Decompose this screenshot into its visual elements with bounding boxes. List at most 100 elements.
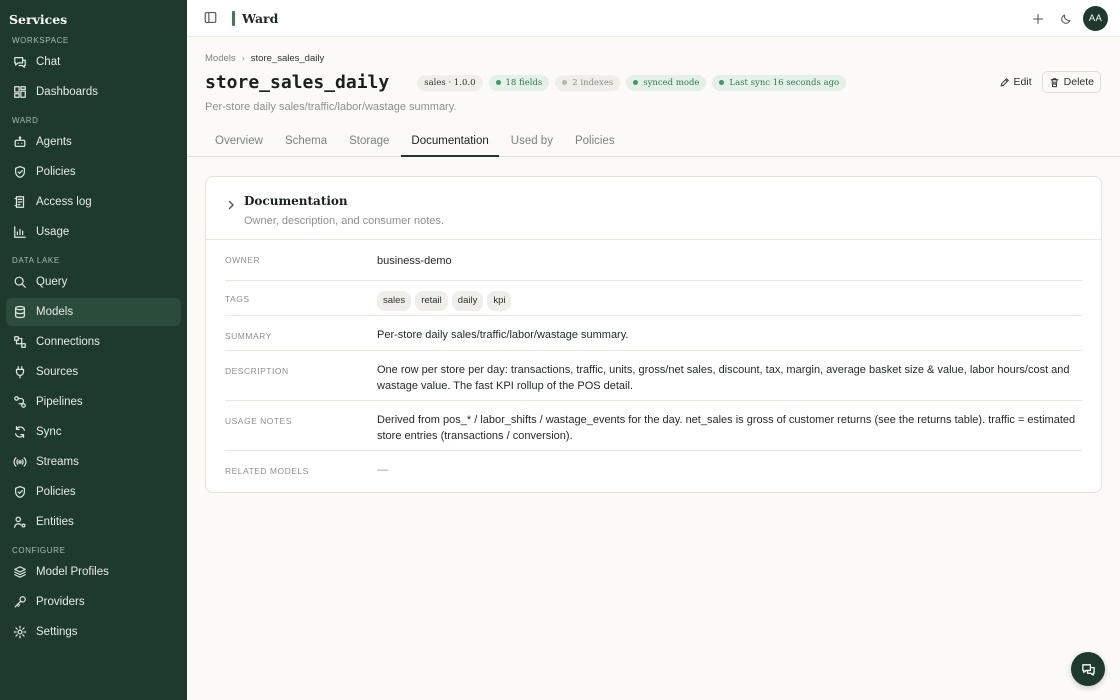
chat-fab-button[interactable] — [1071, 652, 1105, 686]
sidebar-item-label: Chat — [36, 56, 61, 68]
sidebar-item-label: Model Profiles — [36, 566, 109, 578]
tab-policies[interactable]: Policies — [565, 125, 625, 157]
sidebar-item-label: Access log — [36, 196, 92, 208]
avatar[interactable]: AA — [1083, 6, 1108, 31]
user-cog-icon — [13, 515, 27, 529]
sidebar-item-sources[interactable]: Sources — [6, 358, 181, 386]
chevron-right-icon[interactable] — [226, 197, 236, 210]
tag-chip: kpi — [487, 291, 512, 311]
sidebar-item-policies-lake[interactable]: Policies — [6, 478, 181, 506]
status-dot-icon — [495, 80, 501, 85]
section-title-configure: CONFIGURE — [12, 546, 66, 555]
sidebar-item-label: Pipelines — [36, 396, 83, 408]
plug-icon — [13, 365, 27, 379]
sidebar-item-entities[interactable]: Entities — [6, 508, 181, 536]
breadcrumb-current: store_sales_daily — [250, 53, 325, 64]
shield-icon — [13, 165, 27, 179]
app-title: Ward — [242, 10, 279, 26]
sidebar-item-label: Agents — [36, 136, 72, 148]
sidebar-item-streams[interactable]: Streams — [6, 448, 181, 476]
documentation-card-header[interactable]: Documentation Owner, description, and co… — [206, 177, 1101, 240]
tag-chip: retail — [415, 291, 448, 311]
sidebar-item-agents[interactable]: Agents — [6, 128, 181, 156]
edit-button[interactable]: Edit — [993, 71, 1038, 93]
section-title-workspace: WORKSPACE — [12, 36, 69, 45]
section-title-data-lake: DATA LAKE — [12, 256, 60, 265]
sidebar-item-label: Policies — [36, 166, 76, 178]
documentation-title: Documentation — [244, 194, 348, 208]
sidebar-toggle-icon[interactable] — [204, 11, 218, 25]
sidebar-item-label: Entities — [36, 516, 74, 528]
owner-value: business-demo — [377, 255, 452, 267]
layers-icon — [13, 565, 27, 579]
related-models-row: RELATED MODELS — — [225, 451, 1082, 487]
sync-icon — [13, 425, 27, 439]
tags-value: sales retail daily kpi — [377, 291, 1082, 315]
shield-icon — [13, 485, 27, 499]
sidebar-item-models[interactable]: Models — [6, 298, 181, 326]
tab-documentation[interactable]: Documentation — [401, 125, 499, 157]
tags-label: TAGS — [225, 294, 250, 304]
sidebar-item-usage[interactable]: Usage — [6, 218, 181, 246]
add-icon[interactable] — [1027, 8, 1049, 30]
sidebar-item-label: Policies — [36, 486, 76, 498]
sidebar-item-access-log[interactable]: Access log — [6, 188, 181, 216]
search-icon — [13, 275, 27, 289]
edit-button-label: Edit — [1013, 76, 1032, 88]
sidebar-item-label: Providers — [36, 596, 85, 608]
dashboard-icon — [13, 85, 27, 99]
chevron-right-icon: › — [241, 53, 245, 64]
page-title: store_sales_daily — [205, 72, 390, 93]
tabs: Overview Schema Storage Documentation Us… — [205, 125, 627, 157]
delete-button[interactable]: Delete — [1041, 71, 1101, 93]
sidebar-item-model-profiles[interactable]: Model Profiles — [6, 558, 181, 586]
sidebar-item-pipelines[interactable]: Pipelines — [6, 388, 181, 416]
sidebar-item-policies[interactable]: Policies — [6, 158, 181, 186]
bar-chart-icon — [13, 225, 27, 239]
connections-icon — [13, 335, 27, 349]
chat-icon — [13, 55, 27, 69]
key-icon — [13, 595, 27, 609]
log-icon — [13, 195, 27, 209]
documentation-subtitle: Owner, description, and consumer notes. — [244, 215, 444, 227]
sidebar-brand: Services — [9, 12, 68, 27]
sidebar-item-label: Connections — [36, 336, 100, 348]
indexes-badge: 2 indexes — [555, 74, 621, 91]
tab-storage[interactable]: Storage — [339, 125, 399, 157]
summary-row: SUMMARY Per-store daily sales/traffic/la… — [225, 316, 1082, 351]
model-badges: sales · 1.0.0 18 fields 2 indexes synced… — [417, 74, 852, 91]
sidebar-item-dashboards[interactable]: Dashboards — [6, 78, 181, 106]
mode-badge: synced mode — [626, 74, 707, 91]
sidebar-item-query[interactable]: Query — [6, 268, 181, 296]
moon-icon[interactable] — [1055, 8, 1077, 30]
sidebar-item-settings[interactable]: Settings — [6, 618, 181, 646]
tab-schema[interactable]: Schema — [275, 125, 337, 157]
model-header: Models › store_sales_daily store_sales_d… — [187, 37, 1120, 157]
sidebar-item-label: Usage — [36, 226, 70, 238]
description-value: One row per store per day: transactions,… — [377, 364, 1070, 392]
mode-badge-label: synced mode — [643, 77, 700, 88]
sidebar-item-providers[interactable]: Providers — [6, 588, 181, 616]
robot-icon — [13, 135, 27, 149]
fields-badge: 18 fields — [488, 74, 550, 91]
tab-used-by[interactable]: Used by — [501, 125, 563, 157]
related-models-value: — — [377, 464, 388, 476]
section-title-ward: WARD — [12, 116, 39, 125]
sidebar-item-chat[interactable]: Chat — [6, 48, 181, 76]
sidebar: Services WORKSPACE Chat Dashboards WARD … — [0, 0, 187, 700]
documentation-card: Documentation Owner, description, and co… — [205, 176, 1102, 493]
sidebar-item-connections[interactable]: Connections — [6, 328, 181, 356]
gear-icon — [13, 625, 27, 639]
tab-overview[interactable]: Overview — [205, 125, 273, 157]
description-row: DESCRIPTION One row per store per day: t… — [225, 351, 1082, 401]
trash-icon — [1050, 77, 1059, 87]
breadcrumb-parent[interactable]: Models — [205, 53, 236, 64]
status-dot-icon — [719, 80, 725, 85]
sidebar-item-sync[interactable]: Sync — [6, 418, 181, 446]
page-subtitle: Per-store daily sales/traffic/labor/wast… — [205, 101, 457, 113]
topbar-actions: AA — [1027, 6, 1108, 31]
database-icon — [13, 305, 27, 319]
owner-row: OWNER business-demo — [225, 240, 1082, 281]
usage-notes-label: USAGE NOTES — [225, 416, 292, 426]
tag-chip: sales — [377, 291, 412, 311]
